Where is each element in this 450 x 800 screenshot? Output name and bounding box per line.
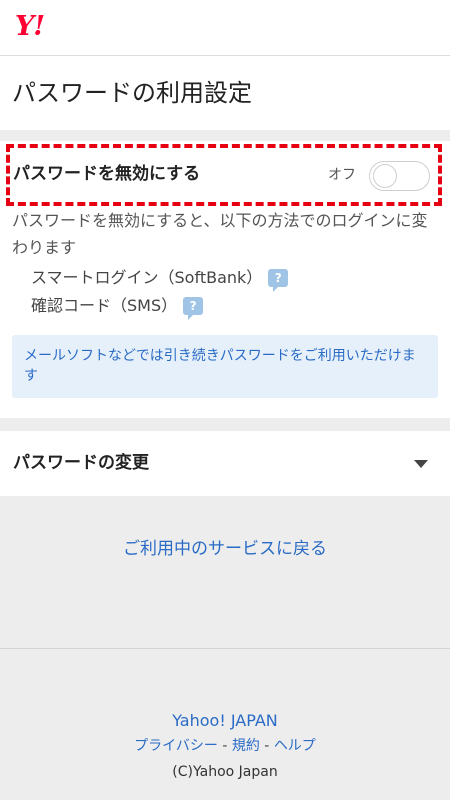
footer-links: プライバシー - 規約 - ヘルプ	[0, 737, 450, 755]
help-question-icon[interactable]: ?	[183, 297, 204, 320]
disable-password-label: パスワードを無効にする	[13, 164, 201, 184]
change-password-label: パスワードの変更	[13, 453, 149, 473]
login-method-label: 確認コード（SMS）	[31, 296, 178, 315]
chevron-down-icon	[414, 460, 428, 468]
back-to-service-link[interactable]: ご利用中のサービスに戻る	[0, 538, 450, 560]
terms-link[interactable]: 規約	[232, 738, 260, 754]
login-method-item: 確認コード（SMS） ?	[31, 296, 204, 320]
help-question-icon[interactable]: ?	[268, 269, 289, 292]
yahoo-logo[interactable]: Y!	[15, 13, 45, 41]
help-link[interactable]: ヘルプ	[274, 738, 316, 754]
login-method-label: スマートログイン（SoftBank）	[31, 268, 263, 287]
login-method-item: スマートログイン（SoftBank） ?	[31, 268, 289, 292]
footer-separator: -	[259, 738, 274, 754]
disable-description: パスワードを無効にすると、以下の方法でのログインに変わります	[12, 211, 428, 257]
footer-brand-link[interactable]: Yahoo! JAPAN	[0, 711, 450, 731]
change-password-accordion[interactable]: パスワードの変更	[0, 431, 450, 496]
footer-divider	[0, 648, 450, 649]
footer-separator: -	[217, 738, 232, 754]
notice-box: メールソフトなどでは引き続きパスワードをご利用いただけます	[12, 335, 438, 398]
privacy-link[interactable]: プライバシー	[134, 738, 218, 754]
toggle-state-label: オフ	[328, 167, 356, 183]
copyright: (C)Yahoo Japan	[172, 764, 278, 780]
page-title: パスワードの利用設定	[12, 79, 252, 107]
toggle-knob	[373, 164, 397, 188]
title-area: パスワードの利用設定	[0, 56, 450, 130]
disable-password-toggle[interactable]	[369, 161, 430, 191]
header: Y!	[0, 0, 450, 56]
